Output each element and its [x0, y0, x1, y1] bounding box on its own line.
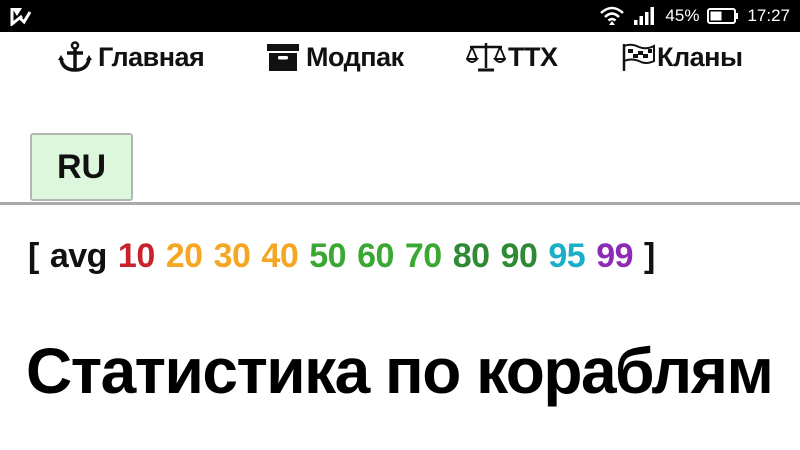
signal-icon	[633, 6, 657, 26]
status-bar: 45% 17:27	[0, 0, 800, 32]
region-tab-ru[interactable]: RU	[30, 133, 133, 201]
anchor-icon	[58, 41, 92, 73]
box-icon	[266, 42, 300, 72]
nav-item-label: Кланы	[657, 41, 743, 72]
nav-item-label: Главная	[98, 41, 205, 72]
nav-item-label: Модпак	[306, 41, 404, 72]
nav-item-modpack[interactable]: Модпак	[266, 38, 404, 76]
top-nav: Главная Модпак ТТХ Кланы	[0, 38, 800, 76]
legend-level: 30	[213, 236, 251, 275]
nav-item-clans[interactable]: Кланы	[622, 38, 743, 76]
nav-item-ttx[interactable]: ТТХ	[466, 38, 558, 76]
legend-avg: avg	[49, 236, 108, 275]
legend-level: 99	[596, 236, 634, 275]
status-bar-right: 45% 17:27	[599, 0, 790, 32]
nav-item-home[interactable]: Главная	[58, 38, 205, 76]
flags-icon	[622, 42, 656, 72]
page-title: Статистика по кораблям	[26, 335, 774, 407]
legend-level: 90	[500, 236, 538, 275]
legend-level: 95	[548, 236, 586, 275]
scales-icon	[466, 41, 506, 73]
legend-level: 20	[165, 236, 203, 275]
battery-percent: 45%	[665, 6, 700, 25]
wifi-icon	[599, 5, 625, 27]
legend-level: 70	[404, 236, 442, 275]
battery-icon	[707, 7, 739, 25]
app-notification-icon	[10, 6, 32, 28]
legend-open-bracket: [	[28, 236, 39, 275]
clock: 17:27	[747, 6, 790, 25]
percentile-legend: [ avg 10 20 30 40 50 60 70 80 90 95 99 ]	[28, 236, 666, 276]
tab-divider	[0, 202, 800, 205]
nav-item-label: ТТХ	[508, 41, 558, 72]
legend-level: 10	[117, 236, 155, 275]
legend-level: 50	[309, 236, 347, 275]
legend-level: 40	[261, 236, 299, 275]
legend-level: 80	[452, 236, 490, 275]
legend-close-bracket: ]	[644, 236, 655, 275]
legend-level: 60	[357, 236, 394, 275]
